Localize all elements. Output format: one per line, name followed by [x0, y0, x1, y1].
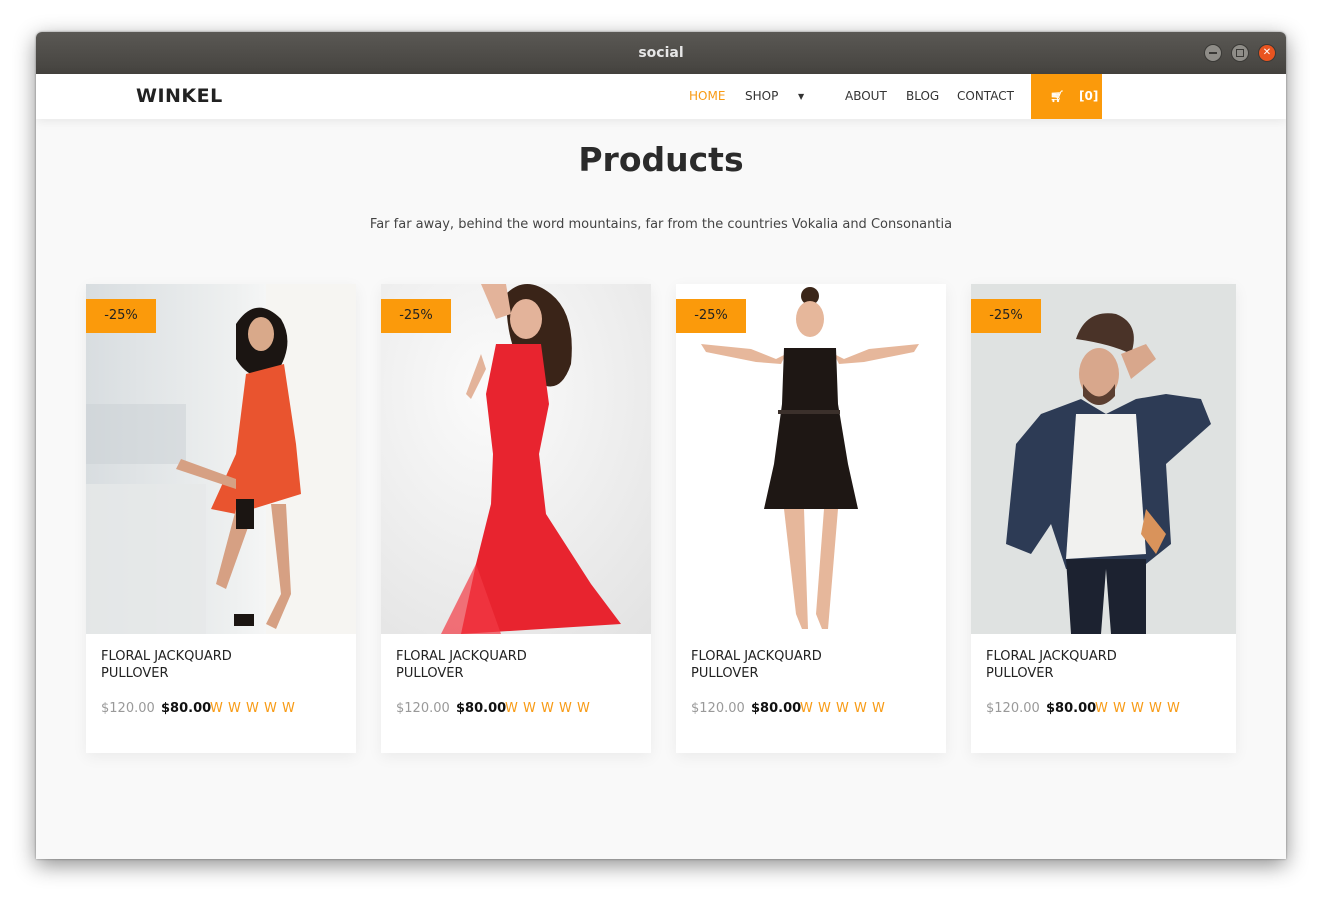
nav-item-home[interactable]: HOME	[689, 74, 725, 119]
product-card[interactable]: -25% FLORAL JACKQUARD PULLOVER $120.00 $…	[86, 284, 356, 753]
maximize-icon	[1232, 45, 1248, 61]
product-image[interactable]	[381, 284, 651, 634]
close-icon: ✕	[1262, 47, 1272, 58]
product-title[interactable]: FLORAL JACKQUARD PULLOVER	[691, 648, 891, 682]
cart-button[interactable]: 🛒︎ [0]	[1031, 74, 1102, 119]
nav-item-about[interactable]: ABOUT	[845, 74, 887, 119]
window-controls: ✕	[1200, 44, 1276, 62]
product-image[interactable]	[676, 284, 946, 634]
cart-icon: 🛒︎	[1050, 90, 1064, 103]
close-button[interactable]: ✕	[1258, 44, 1276, 62]
discount-badge: -25%	[381, 299, 451, 333]
product-title-line1: FLORAL JACKQUARD	[986, 649, 1117, 664]
product-title-line2: PULLOVER	[986, 666, 1054, 681]
page-subtitle: Far far away, behind the word mountains,…	[369, 217, 953, 232]
price-new: $80.00	[456, 701, 507, 716]
rating-stars: W W W W W	[505, 701, 591, 716]
product-title-line1: FLORAL JACKQUARD	[396, 649, 527, 664]
discount-badge: -25%	[971, 299, 1041, 333]
browser-window: social ✕ WINKEL HOME SHOP ▼ ABOUT BLOG C…	[36, 32, 1286, 859]
nav-item-contact[interactable]: CONTACT	[957, 74, 1014, 119]
rating-stars: W W W W W	[1095, 701, 1181, 716]
minimize-button[interactable]	[1204, 44, 1223, 62]
rating-stars: W W W W W	[210, 701, 296, 716]
product-card[interactable]: -25% FLORAL JACKQUARD PULLOVER $120.00 $…	[381, 284, 651, 753]
cart-count: [0]	[1079, 89, 1099, 103]
price-old: $120.00	[691, 701, 745, 716]
product-image[interactable]	[971, 284, 1236, 634]
discount-badge: -25%	[676, 299, 746, 333]
product-card[interactable]: -25% FLORAL JACKQUARD PULLOVER $120.00 $…	[971, 284, 1236, 753]
discount-badge: -25%	[86, 299, 156, 333]
nav-item-blog[interactable]: BLOG	[906, 74, 939, 119]
price-new: $80.00	[161, 701, 212, 716]
price-old: $120.00	[101, 701, 155, 716]
price-old: $120.00	[986, 701, 1040, 716]
window-titlebar[interactable]: social ✕	[36, 32, 1286, 74]
maximize-button[interactable]	[1231, 44, 1250, 62]
product-image[interactable]	[86, 284, 356, 634]
product-title-line2: PULLOVER	[691, 666, 759, 681]
page-title: Products	[578, 140, 744, 179]
site-logo[interactable]: WINKEL	[136, 74, 223, 119]
product-title[interactable]: FLORAL JACKQUARD PULLOVER	[396, 648, 596, 682]
price-old: $120.00	[396, 701, 450, 716]
product-title[interactable]: FLORAL JACKQUARD PULLOVER	[101, 648, 301, 682]
product-title-line1: FLORAL JACKQUARD	[101, 649, 232, 664]
product-title-line2: PULLOVER	[396, 666, 464, 681]
product-title-line1: FLORAL JACKQUARD	[691, 649, 822, 664]
product-card[interactable]: -25% FLORAL JACKQUARD PULLOVER $120.00 $…	[676, 284, 946, 753]
minimize-icon	[1205, 45, 1221, 61]
product-title[interactable]: FLORAL JACKQUARD PULLOVER	[986, 648, 1186, 682]
price-new: $80.00	[1046, 701, 1097, 716]
caret-down-icon[interactable]: ▼	[798, 74, 804, 119]
window-title: social	[638, 45, 684, 61]
site-navbar: WINKEL HOME SHOP ▼ ABOUT BLOG CONTACT 🛒︎…	[36, 74, 1286, 119]
product-title-line2: PULLOVER	[101, 666, 169, 681]
rating-stars: W W W W W	[800, 701, 886, 716]
price-new: $80.00	[751, 701, 802, 716]
nav-item-shop[interactable]: SHOP	[745, 74, 778, 119]
